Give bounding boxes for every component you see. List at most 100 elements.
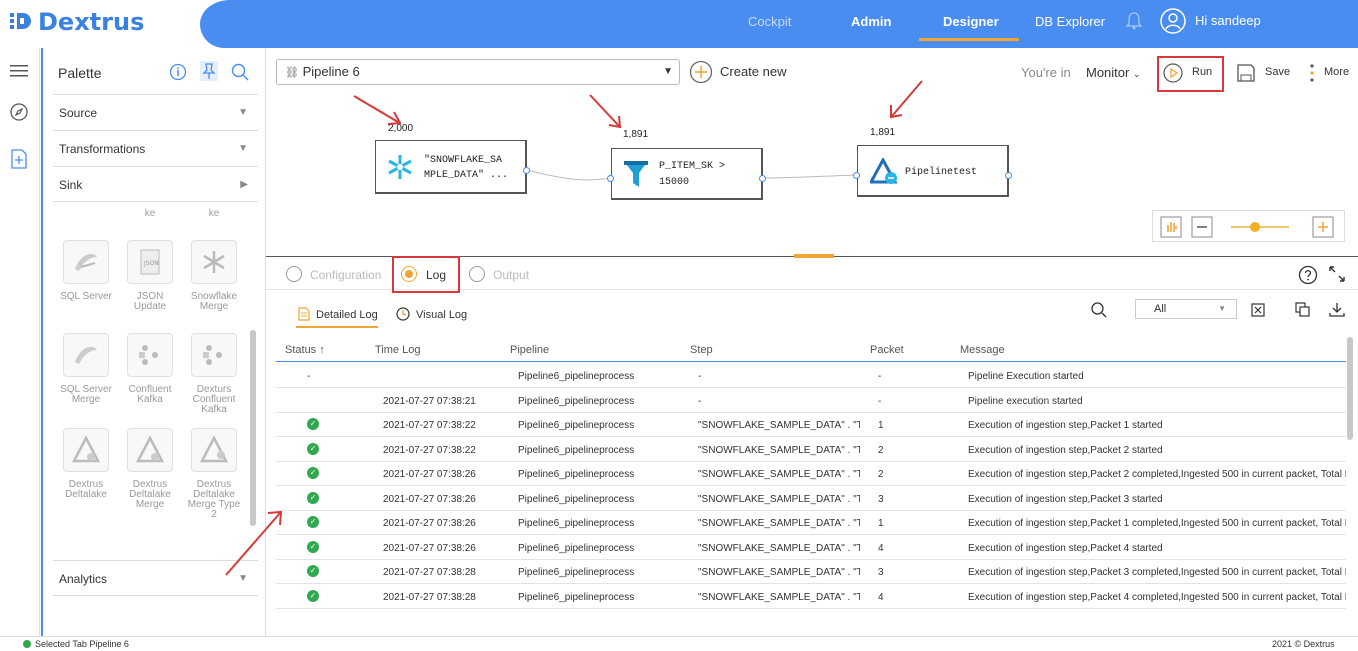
run-button[interactable]: Run (1192, 66, 1212, 78)
hamburger-menu-icon[interactable] (10, 64, 28, 78)
chevron-down-icon: ⌄ (1132, 69, 1141, 79)
user-greeting[interactable]: Hi sandeep (1195, 13, 1261, 28)
kafka-icon (139, 345, 158, 365)
status-ok-icon (23, 640, 31, 648)
cell-packet: 4 (878, 542, 884, 554)
tile-dextrus-deltalake[interactable] (63, 428, 109, 472)
zoom-slider[interactable] (1229, 220, 1291, 234)
nav-cockpit[interactable]: Cockpit (748, 14, 791, 29)
zoom-out-icon[interactable] (1191, 216, 1213, 238)
tab-configuration[interactable]: Configuration (310, 268, 381, 282)
subtab-visual-log[interactable]: Visual Log (416, 309, 467, 321)
node-input-port[interactable] (607, 175, 614, 182)
table-row[interactable]: 2021-07-27 07:38:21 Pipeline6_pipelinepro… (276, 389, 1346, 413)
zoom-in-icon[interactable] (1312, 216, 1334, 238)
expand-icon[interactable] (1328, 265, 1346, 283)
table-row[interactable]: ✓ 2021-07-27 07:38:26 Pipeline6_pipelinepr… (276, 462, 1346, 486)
node-output-port[interactable] (523, 167, 530, 174)
cell-step: - (698, 371, 702, 382)
node-output-port[interactable] (759, 175, 766, 182)
tile-sql-server-merge[interactable] (63, 333, 109, 377)
column-header-message[interactable]: Message (960, 344, 1005, 356)
link-icon: ⛓ (285, 67, 299, 79)
status-success-icon: ✓ (307, 540, 319, 553)
tile-snowflake-merge[interactable] (191, 240, 237, 284)
brand-logo[interactable]: Dextrus (8, 8, 144, 36)
subtab-detailed-log[interactable]: Detailed Log (316, 309, 378, 321)
tab-configuration-radio[interactable] (286, 266, 302, 282)
pipeline-node-target[interactable]: Pipelinetest (857, 145, 1009, 197)
info-icon[interactable] (169, 63, 187, 81)
column-header-packet[interactable]: Packet (870, 344, 904, 356)
help-icon[interactable] (1298, 265, 1318, 285)
tile-dextrus-deltalake-merge[interactable] (127, 428, 173, 472)
tile-label-partial: ke (208, 208, 220, 219)
compass-icon[interactable] (9, 102, 29, 122)
tile-sql-server[interactable] (63, 240, 109, 284)
table-row[interactable]: ✓ 2021-07-27 07:38:28 Pipeline6_pipelinepr… (276, 560, 1346, 584)
tile-dexturs-confluent-kafka[interactable] (191, 333, 237, 377)
pipeline-select[interactable]: ⛓ Pipeline 6 ▼ (276, 59, 680, 85)
node-output-port[interactable] (1005, 172, 1012, 179)
tab-output[interactable]: Output (493, 268, 529, 282)
snowflake-icon (203, 251, 225, 273)
table-row[interactable]: ✓ 2021-07-27 07:38:26 Pipeline6_pipelinepr… (276, 487, 1346, 511)
cell-step: - (698, 395, 702, 407)
new-pipeline-icon[interactable] (9, 148, 29, 170)
copy-icon[interactable] (1295, 302, 1311, 318)
subtab-active-indicator (296, 326, 378, 328)
save-button[interactable]: Save (1265, 66, 1290, 78)
search-icon[interactable] (1090, 301, 1108, 319)
pipeline-node-source[interactable]: "SNOWFLAKE_SA MPLE_DATA" ... (375, 140, 527, 194)
search-icon[interactable] (231, 63, 249, 81)
save-icon[interactable] (1236, 63, 1256, 83)
cell-message: Pipeline execution started (968, 395, 1083, 407)
nav-admin[interactable]: Admin (851, 14, 891, 29)
kafka-icon (203, 345, 222, 365)
palette-section-source[interactable]: Source ▼ (53, 94, 258, 130)
cell-time: 2021-07-27 07:38:26 (383, 518, 476, 529)
tile-dextrus-deltalake-merge-type2[interactable] (191, 428, 237, 472)
column-header-status[interactable]: Status ↑ (285, 344, 325, 356)
tab-log[interactable]: Log (426, 268, 446, 282)
node-input-port[interactable] (853, 172, 860, 179)
more-button[interactable]: More (1324, 66, 1349, 78)
table-row[interactable]: - Pipeline6_pipelineprocess - - Pipeline Exe… (276, 364, 1346, 388)
table-row[interactable]: ✓ 2021-07-27 07:38:28 Pipeline6_pipelinepr… (276, 585, 1346, 609)
annotation-arrow (353, 95, 402, 125)
play-icon[interactable] (1163, 63, 1183, 83)
json-icon: JSON (140, 249, 160, 275)
tile-confluent-kafka[interactable] (127, 333, 173, 377)
nav-db-explorer[interactable]: DB Explorer (1035, 14, 1105, 29)
column-header-step[interactable]: Step (690, 344, 713, 356)
add-circle-icon[interactable] (689, 60, 713, 84)
table-row[interactable]: ✓ 2021-07-27 07:38:26 Pipeline6_pipelinepr… (276, 511, 1346, 535)
hand-pan-icon[interactable] (1160, 216, 1182, 238)
table-row[interactable]: ✓ 2021-07-27 07:38:22 Pipeline6_pipelinepr… (276, 413, 1346, 437)
pin-icon[interactable] (200, 61, 218, 81)
deltalake-icon (199, 435, 229, 463)
palette-scrollbar[interactable] (250, 330, 256, 526)
mode-dropdown[interactable]: Monitor ⌄ (1086, 65, 1141, 80)
log-filter-select[interactable]: All ▼ (1135, 299, 1237, 319)
log-scrollbar[interactable] (1347, 337, 1353, 440)
palette-section-sink[interactable]: Sink ▶ (53, 166, 258, 202)
palette-section-transformations[interactable]: Transformations ▼ (53, 130, 258, 166)
tab-log-radio[interactable] (401, 266, 417, 282)
clear-filter-icon[interactable] (1251, 303, 1265, 317)
sort-ascending-icon: ↑ (319, 344, 325, 356)
column-header-time[interactable]: Time Log (375, 344, 420, 356)
download-icon[interactable] (1329, 302, 1345, 318)
table-row[interactable]: ✓ 2021-07-27 07:38:26 Pipeline6_pipelinepr… (276, 536, 1346, 560)
create-new-button[interactable]: Create new (720, 64, 786, 79)
column-header-pipeline[interactable]: Pipeline (510, 344, 549, 356)
nav-designer[interactable]: Designer (943, 14, 999, 29)
tab-output-radio[interactable] (469, 266, 485, 282)
tile-json-update[interactable]: JSON (127, 240, 173, 284)
user-avatar-icon[interactable] (1160, 8, 1186, 34)
document-icon (298, 307, 310, 321)
bell-icon[interactable] (1125, 11, 1143, 31)
more-vertical-icon[interactable] (1308, 62, 1316, 84)
pipeline-node-filter[interactable]: P_ITEM_SK > 15000 (611, 148, 763, 200)
table-row[interactable]: ✓ 2021-07-27 07:38:22 Pipeline6_pipelinepr… (276, 438, 1346, 462)
